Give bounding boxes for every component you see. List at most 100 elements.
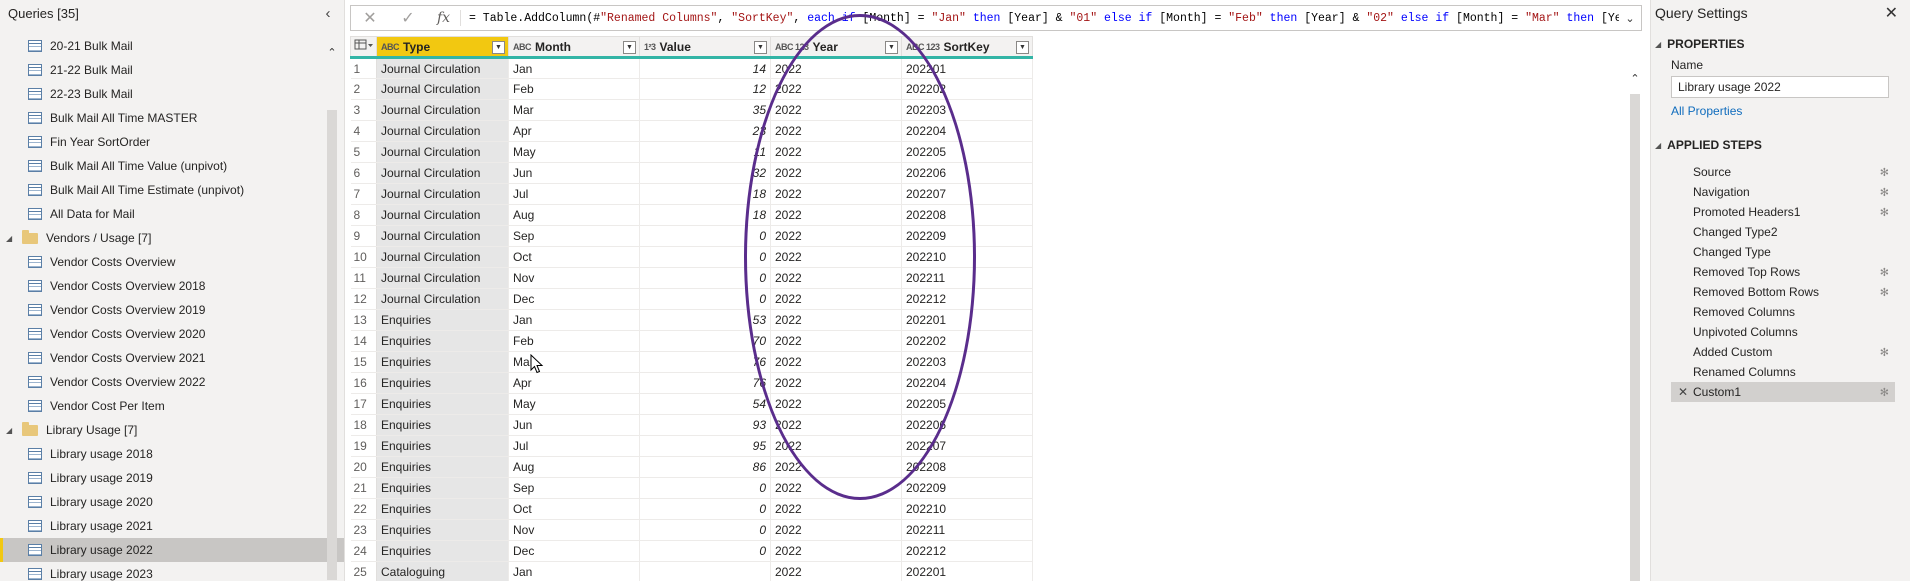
query-item[interactable]: 22-23 Bulk Mail xyxy=(0,82,344,106)
table-cell[interactable]: 202209 xyxy=(901,225,1033,247)
gear-icon[interactable]: ✻ xyxy=(1880,266,1889,279)
table-cell[interactable]: 53 xyxy=(639,309,771,331)
table-cell[interactable]: 0 xyxy=(639,288,771,310)
scroll-up-icon[interactable]: ⌃ xyxy=(1628,72,1642,85)
table-cell[interactable]: Jun xyxy=(508,414,640,436)
table-cell[interactable]: 23 xyxy=(639,120,771,142)
table-cell[interactable]: 2022 xyxy=(770,99,902,121)
table-cell[interactable]: 202203 xyxy=(901,99,1033,121)
applied-step[interactable]: Added Custom ✻ xyxy=(1671,342,1895,362)
close-icon[interactable]: ✕ xyxy=(1885,3,1898,23)
gear-icon[interactable]: ✻ xyxy=(1880,186,1889,199)
chevron-down-icon[interactable]: ⌄ xyxy=(1619,12,1641,25)
row-number[interactable]: 6 xyxy=(350,162,377,184)
table-cell[interactable]: 202207 xyxy=(901,183,1033,205)
table-cell[interactable]: Enquiries xyxy=(376,456,509,478)
table-cell[interactable]: 11 xyxy=(639,141,771,163)
column-header-sortkey[interactable]: ABC 123 SortKey ▼ xyxy=(901,36,1033,59)
table-cell[interactable]: Enquiries xyxy=(376,477,509,499)
table-cell[interactable]: Enquiries xyxy=(376,519,509,541)
row-number[interactable]: 10 xyxy=(350,246,377,268)
table-cell[interactable]: Journal Circulation xyxy=(376,120,509,142)
table-cell[interactable]: 2022 xyxy=(770,204,902,226)
table-cell[interactable]: Journal Circulation xyxy=(376,267,509,289)
table-cell[interactable]: 18 xyxy=(639,204,771,226)
query-item[interactable]: Vendor Costs Overview 2022 xyxy=(0,370,344,394)
applied-step[interactable]: Promoted Headers1 ✻ xyxy=(1671,202,1895,222)
gear-icon[interactable]: ✻ xyxy=(1880,346,1889,359)
table-cell[interactable]: 0 xyxy=(639,498,771,520)
table-cell[interactable]: 0 xyxy=(639,519,771,541)
table-cell[interactable]: Jan xyxy=(508,561,640,581)
queries-scrollbar[interactable]: ⌃ xyxy=(325,40,339,581)
collapse-triangle-icon[interactable]: ◢ xyxy=(1655,141,1661,150)
formula-input[interactable]: = Table.AddColumn(#"Renamed Columns", "S… xyxy=(461,12,1619,25)
query-item[interactable]: Library usage 2020 xyxy=(0,490,344,514)
applied-step[interactable]: ✕ Custom1 ✻ xyxy=(1671,382,1895,402)
query-item[interactable]: Library usage 2018 xyxy=(0,442,344,466)
applied-step[interactable]: Changed Type2 xyxy=(1671,222,1895,242)
table-cell[interactable]: 2022 xyxy=(770,57,902,79)
gear-icon[interactable]: ✻ xyxy=(1880,386,1889,399)
applied-steps-section[interactable]: ◢ APPLIED STEPS xyxy=(1655,138,1762,152)
table-cell[interactable]: Aug xyxy=(508,456,640,478)
table-cell[interactable]: Jan xyxy=(508,309,640,331)
query-item[interactable]: 21-22 Bulk Mail xyxy=(0,58,344,82)
table-cell[interactable]: 202212 xyxy=(901,540,1033,562)
gear-icon[interactable]: ✻ xyxy=(1880,206,1889,219)
table-cell[interactable]: Mar xyxy=(508,99,640,121)
table-cell[interactable]: 0 xyxy=(639,225,771,247)
table-cell[interactable]: 2022 xyxy=(770,246,902,268)
table-cell[interactable]: Journal Circulation xyxy=(376,288,509,310)
table-cell[interactable]: 93 xyxy=(639,414,771,436)
row-number[interactable]: 24 xyxy=(350,540,377,562)
table-cell[interactable]: 2022 xyxy=(770,477,902,499)
query-item[interactable]: Vendor Costs Overview xyxy=(0,250,344,274)
properties-section[interactable]: ◢ PROPERTIES xyxy=(1655,37,1745,51)
table-cell[interactable]: May xyxy=(508,393,640,415)
table-cell[interactable]: 2022 xyxy=(770,393,902,415)
query-item[interactable]: Vendor Cost Per Item xyxy=(0,394,344,418)
row-number[interactable]: 2 xyxy=(350,78,377,100)
table-cell[interactable]: 2022 xyxy=(770,498,902,520)
table-cell[interactable]: Journal Circulation xyxy=(376,57,509,79)
table-cell[interactable]: 202204 xyxy=(901,120,1033,142)
table-cell[interactable]: Enquiries xyxy=(376,330,509,352)
table-cell[interactable]: Feb xyxy=(508,330,640,352)
column-header-year[interactable]: ABC 123 Year ▼ xyxy=(770,36,902,59)
row-number[interactable]: 4 xyxy=(350,120,377,142)
table-cell[interactable]: 2022 xyxy=(770,456,902,478)
table-cell[interactable]: 2022 xyxy=(770,414,902,436)
table-cell[interactable]: Sep xyxy=(508,477,640,499)
table-menu-icon[interactable] xyxy=(350,36,377,59)
table-cell[interactable]: Mar xyxy=(508,351,640,373)
table-cell[interactable]: 202205 xyxy=(901,393,1033,415)
filter-dropdown-icon[interactable]: ▼ xyxy=(885,41,898,54)
table-cell[interactable]: Dec xyxy=(508,288,640,310)
table-cell[interactable]: 202202 xyxy=(901,330,1033,352)
table-cell[interactable]: Jun xyxy=(508,162,640,184)
table-cell[interactable]: Enquiries xyxy=(376,351,509,373)
table-cell[interactable]: 202211 xyxy=(901,519,1033,541)
query-item[interactable]: Vendor Costs Overview 2020 xyxy=(0,322,344,346)
data-type-icon[interactable]: 1²3 xyxy=(644,42,656,52)
row-number[interactable]: 12 xyxy=(350,288,377,310)
table-cell[interactable]: 2022 xyxy=(770,162,902,184)
table-cell[interactable]: 202210 xyxy=(901,246,1033,268)
table-cell[interactable]: 202204 xyxy=(901,372,1033,394)
row-number[interactable]: 16 xyxy=(350,372,377,394)
applied-step[interactable]: Changed Type xyxy=(1671,242,1895,262)
table-cell[interactable]: Nov xyxy=(508,519,640,541)
applied-step[interactable]: Removed Bottom Rows ✻ xyxy=(1671,282,1895,302)
query-item[interactable]: Bulk Mail All Time Value (unpivot) xyxy=(0,154,344,178)
query-item[interactable]: Bulk Mail All Time MASTER xyxy=(0,106,344,130)
table-cell[interactable]: Apr xyxy=(508,372,640,394)
table-cell[interactable]: 202209 xyxy=(901,477,1033,499)
gear-icon[interactable]: ✻ xyxy=(1880,166,1889,179)
table-cell[interactable]: Jan xyxy=(508,57,640,79)
filter-dropdown-icon[interactable]: ▼ xyxy=(1016,41,1029,54)
row-number[interactable]: 8 xyxy=(350,204,377,226)
table-cell[interactable]: 202206 xyxy=(901,414,1033,436)
table-cell[interactable]: 2022 xyxy=(770,183,902,205)
row-number[interactable]: 11 xyxy=(350,267,377,289)
